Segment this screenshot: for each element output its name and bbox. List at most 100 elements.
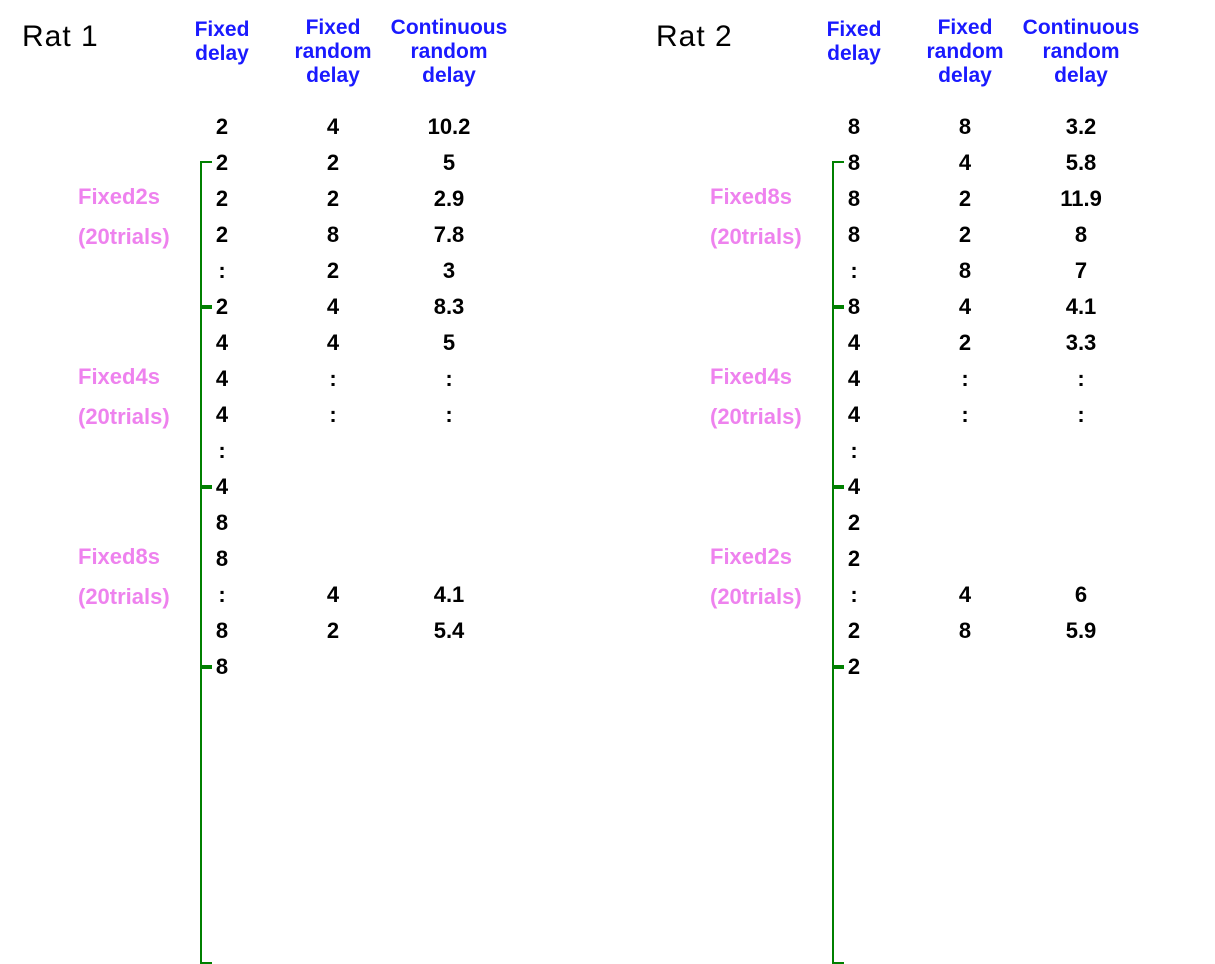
cell-value: : — [218, 259, 225, 283]
cell-value: 2 — [216, 223, 228, 247]
block-sublabel: (20trials) — [710, 225, 802, 249]
cell-value: 8 — [848, 187, 860, 211]
cell-value: : — [961, 403, 968, 427]
cell-value: 7.8 — [434, 223, 465, 247]
cell-value: 2 — [959, 331, 971, 355]
cell-value: 8 — [959, 619, 971, 643]
cell-value: 2 — [848, 511, 860, 535]
column-header: delay — [422, 64, 476, 87]
column-header: random — [926, 40, 1003, 63]
cell-value: 2 — [327, 151, 339, 175]
cell-value: 5.4 — [434, 619, 465, 643]
block-label: Fixed8s — [710, 185, 792, 209]
block-label: Fixed2s — [78, 185, 160, 209]
column-header: Fixed — [938, 16, 993, 39]
cell-value: : — [218, 439, 225, 463]
column-header: random — [1042, 40, 1119, 63]
cell-value: 2 — [959, 187, 971, 211]
cell-value: 4 — [848, 331, 860, 355]
column-header: random — [410, 40, 487, 63]
bracket-icon — [832, 161, 844, 309]
rat-title: Rat 2 — [656, 20, 733, 53]
cell-value: 8 — [1075, 223, 1087, 247]
cell-value: 3 — [443, 259, 455, 283]
cell-value: 4 — [216, 475, 228, 499]
cell-value: 4 — [216, 367, 228, 391]
cell-value: 4 — [327, 331, 339, 355]
cell-value: 6 — [1075, 583, 1087, 607]
column-header: delay — [1054, 64, 1108, 87]
cell-value: 4 — [848, 475, 860, 499]
cell-value: 4 — [327, 295, 339, 319]
column-header: Fixed — [195, 18, 250, 41]
cell-value: : — [961, 367, 968, 391]
cell-value: : — [445, 367, 452, 391]
cell-value: : — [445, 403, 452, 427]
cell-value: 8 — [216, 655, 228, 679]
bracket-icon — [200, 665, 212, 964]
cell-value: 2 — [216, 187, 228, 211]
cell-value: 2 — [216, 115, 228, 139]
cell-value: 8 — [848, 295, 860, 319]
column-header: delay — [827, 42, 881, 65]
column-header: Continuous — [1023, 16, 1140, 39]
cell-value: 5 — [443, 331, 455, 355]
cell-value: 8 — [216, 619, 228, 643]
cell-value: 8 — [959, 115, 971, 139]
block-label: Fixed8s — [78, 545, 160, 569]
cell-value: 4 — [959, 295, 971, 319]
block-sublabel: (20trials) — [710, 585, 802, 609]
cell-value: 8 — [848, 151, 860, 175]
column-header: delay — [938, 64, 992, 87]
cell-value: 8.3 — [434, 295, 465, 319]
cell-value: 8 — [848, 115, 860, 139]
cell-value: 3.3 — [1066, 331, 1097, 355]
cell-value: 4 — [959, 151, 971, 175]
cell-value: 8 — [327, 223, 339, 247]
cell-value: 4.1 — [1066, 295, 1097, 319]
column-header: Fixed — [827, 18, 882, 41]
cell-value: : — [850, 439, 857, 463]
cell-value: 8 — [848, 223, 860, 247]
column-header: Continuous — [391, 16, 508, 39]
block-sublabel: (20trials) — [78, 405, 170, 429]
cell-value: : — [850, 259, 857, 283]
cell-value: 2 — [959, 223, 971, 247]
cell-value: 4 — [216, 331, 228, 355]
block-label: Fixed4s — [78, 365, 160, 389]
cell-value: 8 — [959, 259, 971, 283]
cell-value: 8 — [216, 511, 228, 535]
cell-value: 4 — [959, 583, 971, 607]
block-sublabel: (20trials) — [78, 225, 170, 249]
column-header: delay — [195, 42, 249, 65]
cell-value: 2 — [327, 187, 339, 211]
cell-value: 4 — [848, 403, 860, 427]
cell-value: 4 — [327, 115, 339, 139]
cell-value: 10.2 — [428, 115, 471, 139]
block-label: Fixed2s — [710, 545, 792, 569]
cell-value: 4 — [216, 403, 228, 427]
cell-value: : — [329, 367, 336, 391]
bracket-icon — [200, 485, 212, 669]
cell-value: 2 — [327, 619, 339, 643]
rat-title: Rat 1 — [22, 20, 99, 53]
bracket-icon — [832, 665, 844, 964]
cell-value: : — [329, 403, 336, 427]
block-sublabel: (20trials) — [710, 405, 802, 429]
bracket-icon — [832, 305, 844, 489]
cell-value: 2 — [216, 295, 228, 319]
cell-value: 2 — [848, 619, 860, 643]
cell-value: : — [1077, 367, 1084, 391]
column-header: delay — [306, 64, 360, 87]
cell-value: 2 — [216, 151, 228, 175]
cell-value: 2 — [848, 547, 860, 571]
cell-value: 4 — [327, 583, 339, 607]
column-header: random — [294, 40, 371, 63]
bracket-icon — [200, 161, 212, 309]
block-sublabel: (20trials) — [78, 585, 170, 609]
cell-value: 7 — [1075, 259, 1087, 283]
block-label: Fixed4s — [710, 365, 792, 389]
cell-value: 8 — [216, 547, 228, 571]
cell-value: 2 — [848, 655, 860, 679]
bracket-icon — [832, 485, 844, 669]
